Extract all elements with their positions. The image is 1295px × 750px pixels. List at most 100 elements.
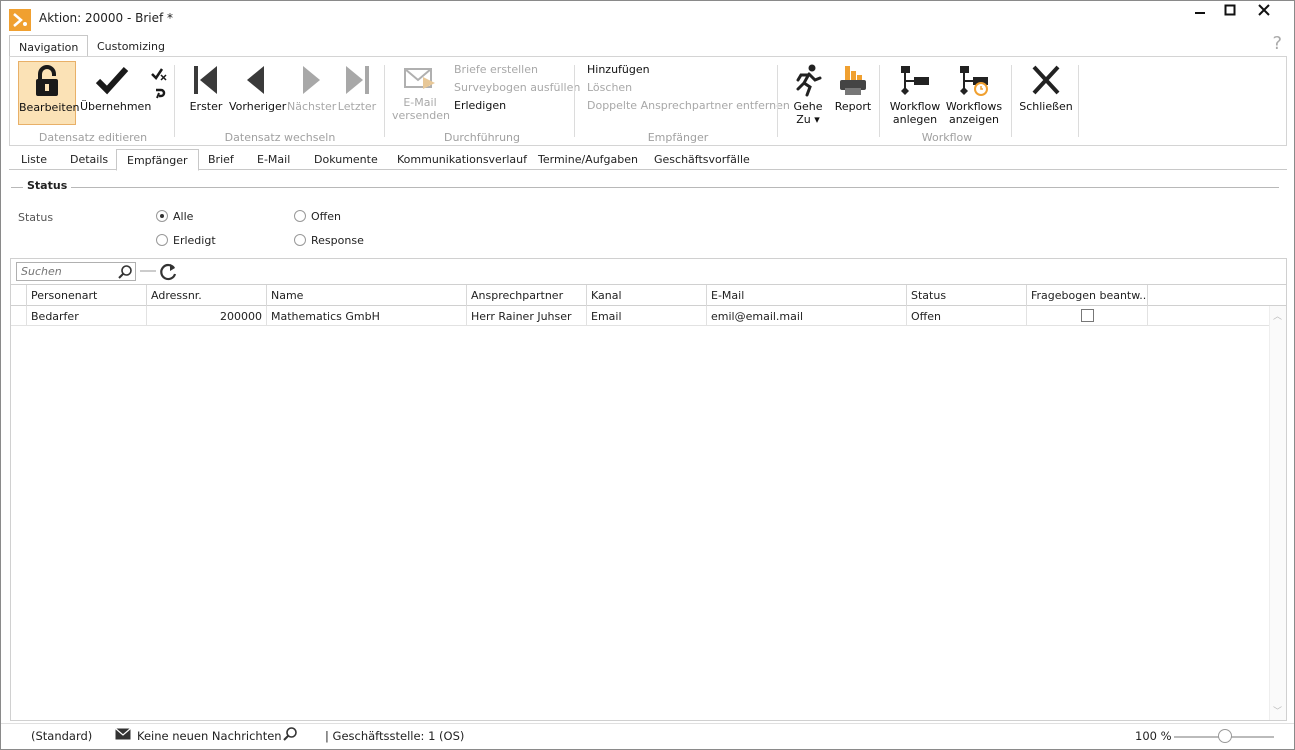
column-header-kanal[interactable]: Kanal: [587, 285, 707, 306]
cell-name: Mathematics GmbH: [267, 306, 467, 326]
workflow-show-icon: [960, 66, 988, 96]
group-label-datensatz-wechseln: Datensatz wechseln: [224, 131, 336, 144]
cell-fragebogen: [1027, 306, 1148, 326]
schliessen-button[interactable]: Schließen: [1018, 61, 1074, 125]
envelope-icon: [115, 728, 131, 743]
group-label-datensatz-editieren: Datensatz editieren: [38, 131, 148, 144]
ribbon-tab-navigation[interactable]: Navigation: [9, 35, 89, 57]
tab-email[interactable]: E-Mail: [247, 149, 300, 170]
doppelte-entfernen-item[interactable]: Doppelte Ansprechpartner entfernen: [587, 99, 790, 112]
ribbon: Bearbeiten Übernehmen Datensatz editiere…: [9, 56, 1287, 146]
report-printer-icon: [840, 66, 866, 95]
letzter-button[interactable]: Letzter: [336, 61, 378, 125]
ribbon-tab-customizing[interactable]: Customizing: [88, 35, 174, 57]
report-label: Report: [834, 100, 872, 113]
surveybogen-ausfuellen-item[interactable]: Surveybogen ausfüllen: [454, 81, 580, 94]
column-header-email[interactable]: E-Mail: [707, 285, 907, 306]
help-icon[interactable]: ?: [1272, 33, 1282, 54]
radio-unselected-icon: [156, 234, 168, 246]
radio-alle[interactable]: Alle: [156, 210, 193, 223]
erledigen-item[interactable]: Erledigen: [454, 99, 506, 112]
column-header-ansprechpartner[interactable]: Ansprechpartner: [467, 285, 587, 306]
uebernehmen-button[interactable]: Übernehmen: [80, 61, 151, 125]
email-versenden-label-2: versenden: [392, 109, 450, 122]
minimize-button[interactable]: [1185, 4, 1215, 24]
next-record-icon: [303, 66, 320, 94]
section-title-status: Status: [23, 179, 72, 192]
briefe-erstellen-item[interactable]: Briefe erstellen: [454, 63, 538, 76]
gehe-zu-label-1: Gehe: [793, 100, 823, 113]
cell-email: emil@email.mail: [707, 306, 907, 326]
radio-offen-label: Offen: [311, 210, 341, 223]
group-separator: [174, 65, 175, 137]
radio-unselected-icon: [294, 234, 306, 246]
uebernehmen-label: Übernehmen: [80, 100, 152, 113]
status-field-label: Status: [18, 211, 54, 224]
layout-standard-label[interactable]: (Standard): [31, 729, 92, 743]
email-versenden-label-1: E-Mail: [403, 96, 437, 109]
radio-offen[interactable]: Offen: [294, 210, 341, 223]
search-icon[interactable]: [117, 264, 133, 283]
bearbeiten-button[interactable]: Bearbeiten: [18, 61, 79, 125]
radio-response-label: Response: [311, 234, 364, 247]
maximize-button[interactable]: [1215, 4, 1245, 24]
tab-details[interactable]: Details: [60, 149, 118, 170]
zoom-level: 100 %: [1135, 729, 1172, 743]
group-label-durchfuehrung: Durchführung: [443, 131, 520, 144]
report-button[interactable]: Report: [832, 61, 874, 125]
undo-icon[interactable]: [153, 86, 167, 103]
column-header-personenart[interactable]: Personenart: [27, 285, 147, 306]
workflows-anzeigen-label-2: anzeigen: [948, 113, 1000, 126]
grid-header: Personenart Adressnr. Name Ansprechpartn…: [11, 285, 1286, 306]
window-title: Aktion: 20000 - Brief *: [39, 11, 174, 25]
fragebogen-checkbox[interactable]: [1080, 309, 1094, 322]
tab-empfaenger[interactable]: Empfänger: [116, 149, 199, 171]
erster-button[interactable]: Erster: [184, 61, 228, 125]
tab-kommunikationsverlauf[interactable]: Kommunikationsverlauf: [387, 149, 537, 170]
recipients-grid: Personenart Adressnr. Name Ansprechpartn…: [10, 284, 1287, 721]
group-separator: [384, 65, 385, 137]
refresh-icon[interactable]: [158, 262, 178, 285]
tab-geschaeftsvorfaelle[interactable]: Geschäftsvorfälle: [644, 149, 760, 170]
workflow-anlegen-button[interactable]: Workflow anlegen: [888, 61, 942, 126]
zoom-slider-thumb[interactable]: [1218, 729, 1232, 743]
column-header-fragebogen[interactable]: Fragebogen beantw...: [1027, 285, 1148, 306]
search-divider: [140, 270, 156, 272]
workflows-anzeigen-button[interactable]: Workflows anzeigen: [944, 61, 1004, 126]
loeschen-item[interactable]: Löschen: [587, 81, 632, 94]
geschaeftsstelle-status: | Geschäftsstelle: 1 (OS): [325, 729, 465, 743]
radio-erledigt-label: Erledigt: [173, 234, 216, 247]
cell-status: Offen: [907, 306, 1027, 326]
close-window-button[interactable]: [1249, 4, 1279, 24]
gehe-zu-button[interactable]: Gehe Zu ▾: [788, 61, 828, 126]
group-separator: [574, 65, 575, 137]
email-versenden-button[interactable]: E-Mail versenden: [392, 61, 450, 125]
table-row[interactable]: Bedarfer 200000 Mathematics GmbH Herr Ra…: [11, 306, 1269, 326]
group-separator: [879, 65, 880, 137]
vertical-scrollbar[interactable]: ︿ ﹀: [1269, 306, 1286, 720]
workflows-anzeigen-label-1: Workflows: [945, 100, 1003, 113]
tab-liste[interactable]: Liste: [11, 149, 57, 170]
search-input[interactable]: [17, 263, 117, 280]
group-label-workflow: Workflow: [921, 131, 973, 144]
group-separator: [777, 65, 778, 137]
tab-termine-aufgaben[interactable]: Termine/Aufgaben: [528, 149, 648, 170]
messages-status[interactable]: Keine neuen Nachrichten: [137, 729, 282, 743]
naechster-button[interactable]: Nächster: [287, 61, 336, 125]
column-header-adressnr[interactable]: Adressnr.: [147, 285, 267, 306]
radio-erledigt[interactable]: Erledigt: [156, 234, 216, 247]
scroll-up-icon[interactable]: ︿: [1273, 309, 1282, 322]
radio-unselected-icon: [294, 210, 306, 222]
radio-response[interactable]: Response: [294, 234, 364, 247]
scroll-down-icon[interactable]: ﹀: [1273, 704, 1282, 717]
tab-dokumente[interactable]: Dokumente: [304, 149, 388, 170]
group-separator: [1078, 65, 1079, 137]
row-indicator: [11, 306, 27, 326]
column-header-status[interactable]: Status: [907, 285, 1027, 306]
tab-brief[interactable]: Brief: [198, 149, 244, 170]
magnifier-icon[interactable]: [282, 726, 298, 745]
check-cancel-icon[interactable]: [151, 67, 167, 84]
hinzufuegen-item[interactable]: Hinzufügen: [587, 63, 650, 76]
vorheriger-button[interactable]: Vorheriger: [229, 61, 286, 125]
column-header-name[interactable]: Name: [267, 285, 467, 306]
